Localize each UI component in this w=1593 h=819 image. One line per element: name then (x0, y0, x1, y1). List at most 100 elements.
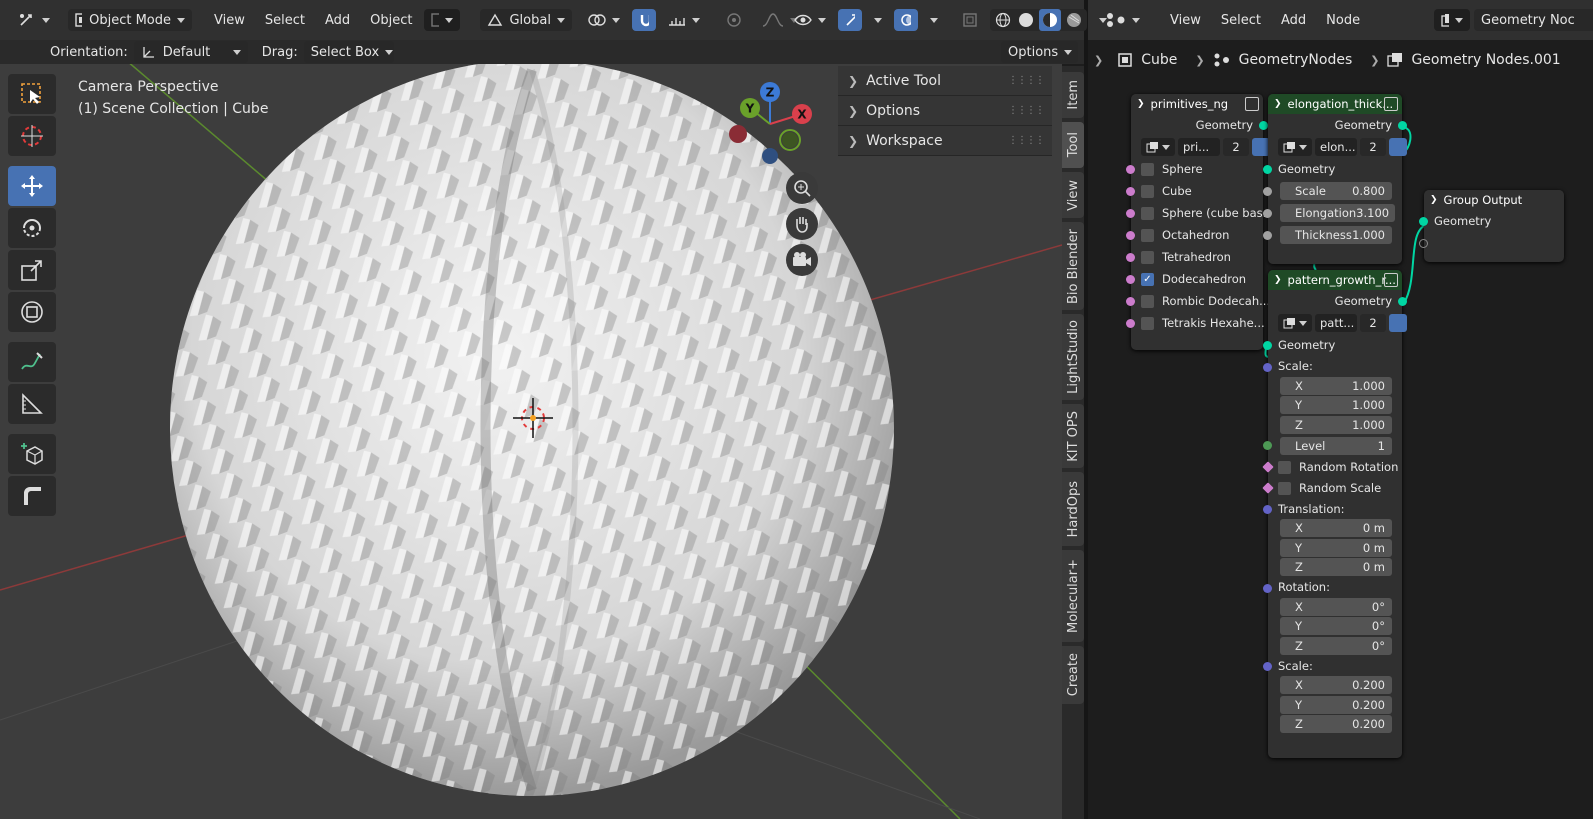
datablock-name-field[interactable]: pri... (1178, 138, 1220, 156)
tab-tool[interactable]: Tool (1062, 122, 1084, 168)
snap-toggle[interactable] (632, 9, 657, 31)
vector-z-field[interactable]: Z 1.000 (1280, 415, 1392, 434)
tab-bio-blender[interactable]: Bio Blender (1062, 222, 1084, 310)
snap-target-dropdown[interactable] (424, 9, 461, 31)
float-input-socket[interactable] (1263, 186, 1272, 196)
node-primitives[interactable]: ❯ primitives_ng Geometry pri... 2 Sphere… (1126, 94, 1274, 350)
node-header[interactable]: ❯ elongation_thick... (1268, 94, 1402, 114)
annotate-tool[interactable] (8, 342, 56, 382)
geometry-input-socket[interactable] (1263, 340, 1272, 350)
node-group-output[interactable]: ❯ Group Output Geometry (1419, 190, 1564, 262)
vector-y-field[interactable]: Y0 m (1280, 538, 1392, 557)
cursor-tool[interactable] (8, 116, 56, 156)
node-pattern-growth[interactable]: ❯ pattern_growth_r... Geometry patt... 2… (1262, 270, 1407, 758)
vector-z-field[interactable]: Z0 m (1280, 558, 1392, 577)
primitive-checkbox[interactable] (1141, 228, 1154, 242)
pivot-point-dropdown[interactable] (580, 9, 628, 31)
measure-tool[interactable] (8, 384, 56, 424)
shading-dropdown[interactable] (1091, 9, 1115, 31)
vector-input-socket[interactable] (1263, 662, 1272, 671)
primitive-checkbox[interactable] (1141, 162, 1154, 176)
primitive-checkbox[interactable] (1141, 250, 1154, 264)
transform-tool[interactable] (8, 292, 56, 332)
xray-toggle[interactable] (954, 9, 986, 31)
boolean-input-socket[interactable] (1126, 186, 1135, 196)
float-field[interactable]: Elongation 3.100 (1280, 204, 1395, 222)
rotate-tool[interactable] (8, 208, 56, 248)
zoom-icon[interactable] (786, 172, 818, 204)
vector-y-field[interactable]: Y 0° (1280, 617, 1392, 636)
primitive-checkbox[interactable]: ✓ (1141, 272, 1154, 286)
gizmo-toggle[interactable] (838, 9, 862, 31)
drag-dropdown[interactable]: Select Box (303, 41, 394, 63)
node-header[interactable]: ❯ pattern_growth_r... (1268, 270, 1402, 290)
rendered-shading-button[interactable] (1064, 10, 1084, 30)
editor-type-button[interactable] (10, 9, 58, 31)
gizmo-dropdown[interactable] (866, 9, 890, 31)
wireframe-shading-button[interactable] (993, 10, 1013, 30)
float-input-socket[interactable] (1263, 208, 1272, 218)
tab-kit-ops[interactable]: KIT OPS (1062, 404, 1084, 468)
tab-hardops[interactable]: HardOps (1062, 472, 1084, 546)
random-rotation-checkbox[interactable] (1278, 460, 1291, 474)
primitive-checkbox[interactable] (1141, 184, 1154, 198)
primitive-checkbox[interactable] (1141, 294, 1154, 308)
tab-molecular[interactable]: Molecular+ (1062, 550, 1084, 642)
bevel-tool[interactable] (8, 476, 56, 516)
overlays-toggle[interactable] (894, 9, 918, 31)
random-scale-checkbox[interactable] (1278, 481, 1291, 495)
options-dropdown[interactable]: Options (1001, 41, 1078, 63)
solid-shading-button[interactable] (1016, 10, 1036, 30)
geometry-output-socket[interactable] (1398, 296, 1407, 306)
boolean-input-socket[interactable] (1126, 318, 1135, 328)
snap-element-dropdown[interactable] (660, 9, 708, 31)
menu-add[interactable]: Add (317, 9, 358, 31)
primitive-checkbox[interactable] (1141, 316, 1154, 330)
object-mode-dropdown[interactable]: Object Mode (68, 9, 192, 31)
node-header[interactable]: ❯ primitives_ng (1131, 94, 1263, 114)
level-field[interactable]: Level 1 (1280, 436, 1392, 455)
select-box-tool[interactable] (8, 74, 56, 114)
tab-lightstudio[interactable]: LightStudio (1062, 314, 1084, 400)
camera-view-icon[interactable] (786, 244, 818, 276)
drag-grip-icon[interactable]: ⋮⋮⋮⋮ (1008, 105, 1045, 116)
vector-x-field[interactable]: X0 m (1280, 519, 1392, 538)
datablock-browse-button[interactable] (1141, 138, 1175, 156)
tab-view[interactable]: View (1062, 172, 1084, 218)
vector-input-socket[interactable] (1263, 505, 1272, 514)
user-count[interactable]: 2 (1360, 138, 1386, 156)
add-cube-tool[interactable] (8, 434, 56, 474)
orientation-dropdown[interactable]: Default (133, 41, 248, 63)
chevron-down-icon[interactable]: ❯ (1274, 99, 1282, 109)
proportional-editing-toggle[interactable] (718, 9, 750, 31)
boolean-input-socket[interactable] (1126, 252, 1135, 262)
pan-hand-icon[interactable] (786, 208, 818, 240)
vector-y-field[interactable]: Y 0.200 (1280, 695, 1392, 714)
menu-select[interactable]: Select (257, 9, 313, 31)
menu-object[interactable]: Object (362, 9, 420, 31)
fake-user-shield-icon[interactable] (1389, 138, 1407, 156)
vector-y-field[interactable]: Y 1.000 (1280, 396, 1392, 415)
panel-workspace[interactable]: ❯ Workspace ⋮⋮⋮⋮ (838, 126, 1052, 156)
material-preview-button[interactable] (1039, 9, 1061, 31)
menu-view[interactable]: View (206, 9, 253, 31)
geometry-output-socket[interactable] (1398, 120, 1407, 130)
boolean-input-socket[interactable] (1126, 296, 1135, 306)
vector-z-field[interactable]: Z 0.200 (1280, 715, 1392, 734)
fake-user-shield-icon[interactable] (1389, 314, 1407, 332)
float-input-socket[interactable] (1263, 230, 1272, 240)
vector-input-socket[interactable] (1263, 583, 1272, 593)
tab-create[interactable]: Create (1062, 646, 1084, 704)
float-field[interactable]: Scale 0.800 (1280, 182, 1392, 200)
chevron-down-icon[interactable]: ❯ (1137, 99, 1145, 109)
geometry-input-socket[interactable] (1419, 216, 1428, 226)
scale-tool[interactable] (8, 250, 56, 290)
visibility-dropdown[interactable] (786, 9, 834, 31)
vector-x-field[interactable]: X 0.200 (1280, 676, 1392, 695)
datablock-name-field[interactable]: patt... (1315, 314, 1357, 332)
empty-input-socket[interactable] (1419, 238, 1428, 248)
geometry-input-socket[interactable] (1263, 164, 1272, 174)
user-count[interactable]: 2 (1360, 314, 1386, 332)
overlays-dropdown[interactable] (922, 9, 946, 31)
drag-grip-icon[interactable]: ⋮⋮⋮⋮ (1008, 75, 1045, 86)
